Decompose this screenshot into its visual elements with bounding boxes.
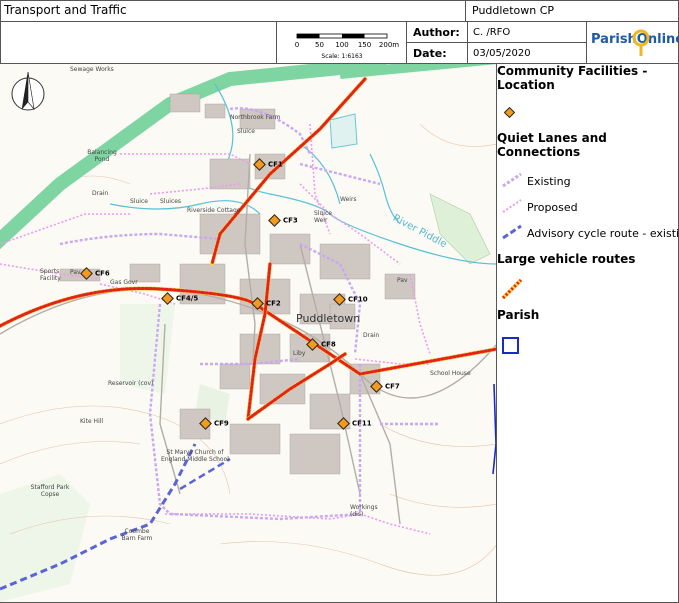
scale-tick-150: 150 — [358, 41, 371, 49]
meta-panel: Author: C. /RFO Date: 03/05/2020 — [406, 22, 587, 64]
label-riverside-cottage: Riverside Cottage — [187, 207, 241, 214]
scale-tick-200: 200m — [379, 41, 399, 49]
facility-marker[interactable]: CF1 — [253, 158, 283, 171]
facility-marker[interactable]: CF10 — [333, 293, 368, 306]
facility-diamond-icon — [337, 417, 350, 430]
legend-advisory: Advisory cycle route - existing — [527, 227, 678, 240]
advisory-route-swatch — [502, 224, 522, 240]
town-label: Puddletown — [296, 312, 361, 325]
large-vehicle-swatch — [501, 278, 523, 300]
label-kite-hill: Kite Hill — [80, 418, 104, 425]
map-canvas[interactable] — [0, 64, 497, 602]
label-coombe-barn: Coombe Barn Farm — [121, 528, 153, 542]
label-weirs: Weirs — [340, 196, 357, 203]
label-school: St Marys Church of England Middle School — [161, 449, 229, 463]
map-legend: Community Facilities - Location Quiet La… — [497, 64, 678, 602]
pin-icon — [632, 29, 650, 56]
label-library: Liby — [293, 350, 306, 357]
facility-legend-icon — [503, 106, 516, 119]
legend-parish-title: Parish — [497, 308, 540, 322]
quiet-proposed-swatch — [502, 199, 522, 213]
facility-marker[interactable]: CF11 — [337, 417, 372, 430]
label-stafford-copse: Stafford Park Copse — [30, 484, 70, 498]
facility-diamond-icon — [268, 214, 281, 227]
facility-diamond-icon — [370, 380, 383, 393]
label-pav: Pav — [70, 269, 81, 276]
legend-existing: Existing — [527, 175, 571, 188]
label-workings: Workings (dis) — [350, 504, 378, 518]
scale-tick-0: 0 — [295, 41, 299, 49]
scale-bar: 0 50 100 150 200m Scale: 1:6163 — [276, 22, 406, 64]
legend-large-vehicle-title: Large vehicle routes — [497, 252, 636, 266]
facility-marker[interactable]: CF4/5 — [161, 292, 198, 305]
logo-panel: ParishOnline — [586, 22, 679, 64]
scale-tick-50: 50 — [315, 41, 324, 49]
label-school-house: School House — [430, 370, 471, 377]
map-view[interactable]: Sewage Works Balancing Pond Northbrook F… — [0, 64, 497, 602]
facility-diamond-icon — [161, 292, 174, 305]
label-sluice-1: Sluice — [237, 128, 255, 135]
author-label: Author: — [413, 26, 460, 39]
legend-quiet-title: Quiet Lanes and Connections — [497, 131, 607, 159]
facility-diamond-icon — [306, 338, 319, 351]
map-title: Transport and Traffic — [0, 0, 466, 22]
date-row: Date: 03/05/2020 — [407, 43, 587, 64]
label-drain-2: Drain — [363, 332, 380, 339]
facility-diamond-icon — [80, 267, 93, 280]
facility-marker[interactable]: CF3 — [268, 214, 298, 227]
facility-diamond-icon — [199, 417, 212, 430]
scale-bar-graphic: 0 50 100 150 200m Scale: 1:6163 — [295, 33, 399, 60]
header-blank — [0, 22, 276, 64]
date-value: 03/05/2020 — [473, 48, 531, 59]
label-sports-facility: Sports Facility — [40, 268, 61, 282]
label-gas-govr: Gas Govr — [110, 279, 138, 286]
legend-community-title: Community Facilities - Location — [497, 64, 648, 92]
facility-diamond-icon — [253, 158, 266, 171]
facility-marker[interactable]: CF8 — [306, 338, 336, 351]
label-drain-1: Drain — [92, 190, 109, 197]
facility-marker[interactable]: CF9 — [199, 417, 229, 430]
parish-swatch — [502, 337, 519, 354]
label-sluices: Sluices — [160, 198, 182, 205]
label-balancing-pond: Balancing Pond — [87, 149, 117, 163]
label-sewage-works: Sewage Works — [70, 66, 114, 73]
legend-proposed: Proposed — [527, 201, 578, 214]
author-row: Author: C. /RFO — [407, 22, 587, 43]
label-northbrook-farm: Northbrook Farm — [230, 114, 281, 121]
facility-marker[interactable]: CF2 — [251, 297, 281, 310]
label-pav-2: Pav — [397, 277, 408, 284]
parish-name: Puddletown CP — [466, 0, 678, 22]
quiet-existing-swatch — [502, 172, 522, 188]
facility-diamond-icon — [251, 297, 264, 310]
date-label: Date: — [413, 47, 447, 60]
scale-ratio: Scale: 1:6163 — [321, 53, 362, 60]
label-sluice-2: Sluice — [130, 198, 148, 205]
facility-marker[interactable]: CF7 — [370, 380, 400, 393]
label-sluice-weir: Sluice Weir — [314, 210, 332, 224]
scale-tick-100: 100 — [335, 41, 348, 49]
facility-diamond-icon — [333, 293, 346, 306]
label-reservoir: Reservoir (cov) — [108, 380, 154, 387]
facility-marker[interactable]: CF6 — [80, 267, 110, 280]
author-value: C. /RFO — [473, 27, 511, 38]
